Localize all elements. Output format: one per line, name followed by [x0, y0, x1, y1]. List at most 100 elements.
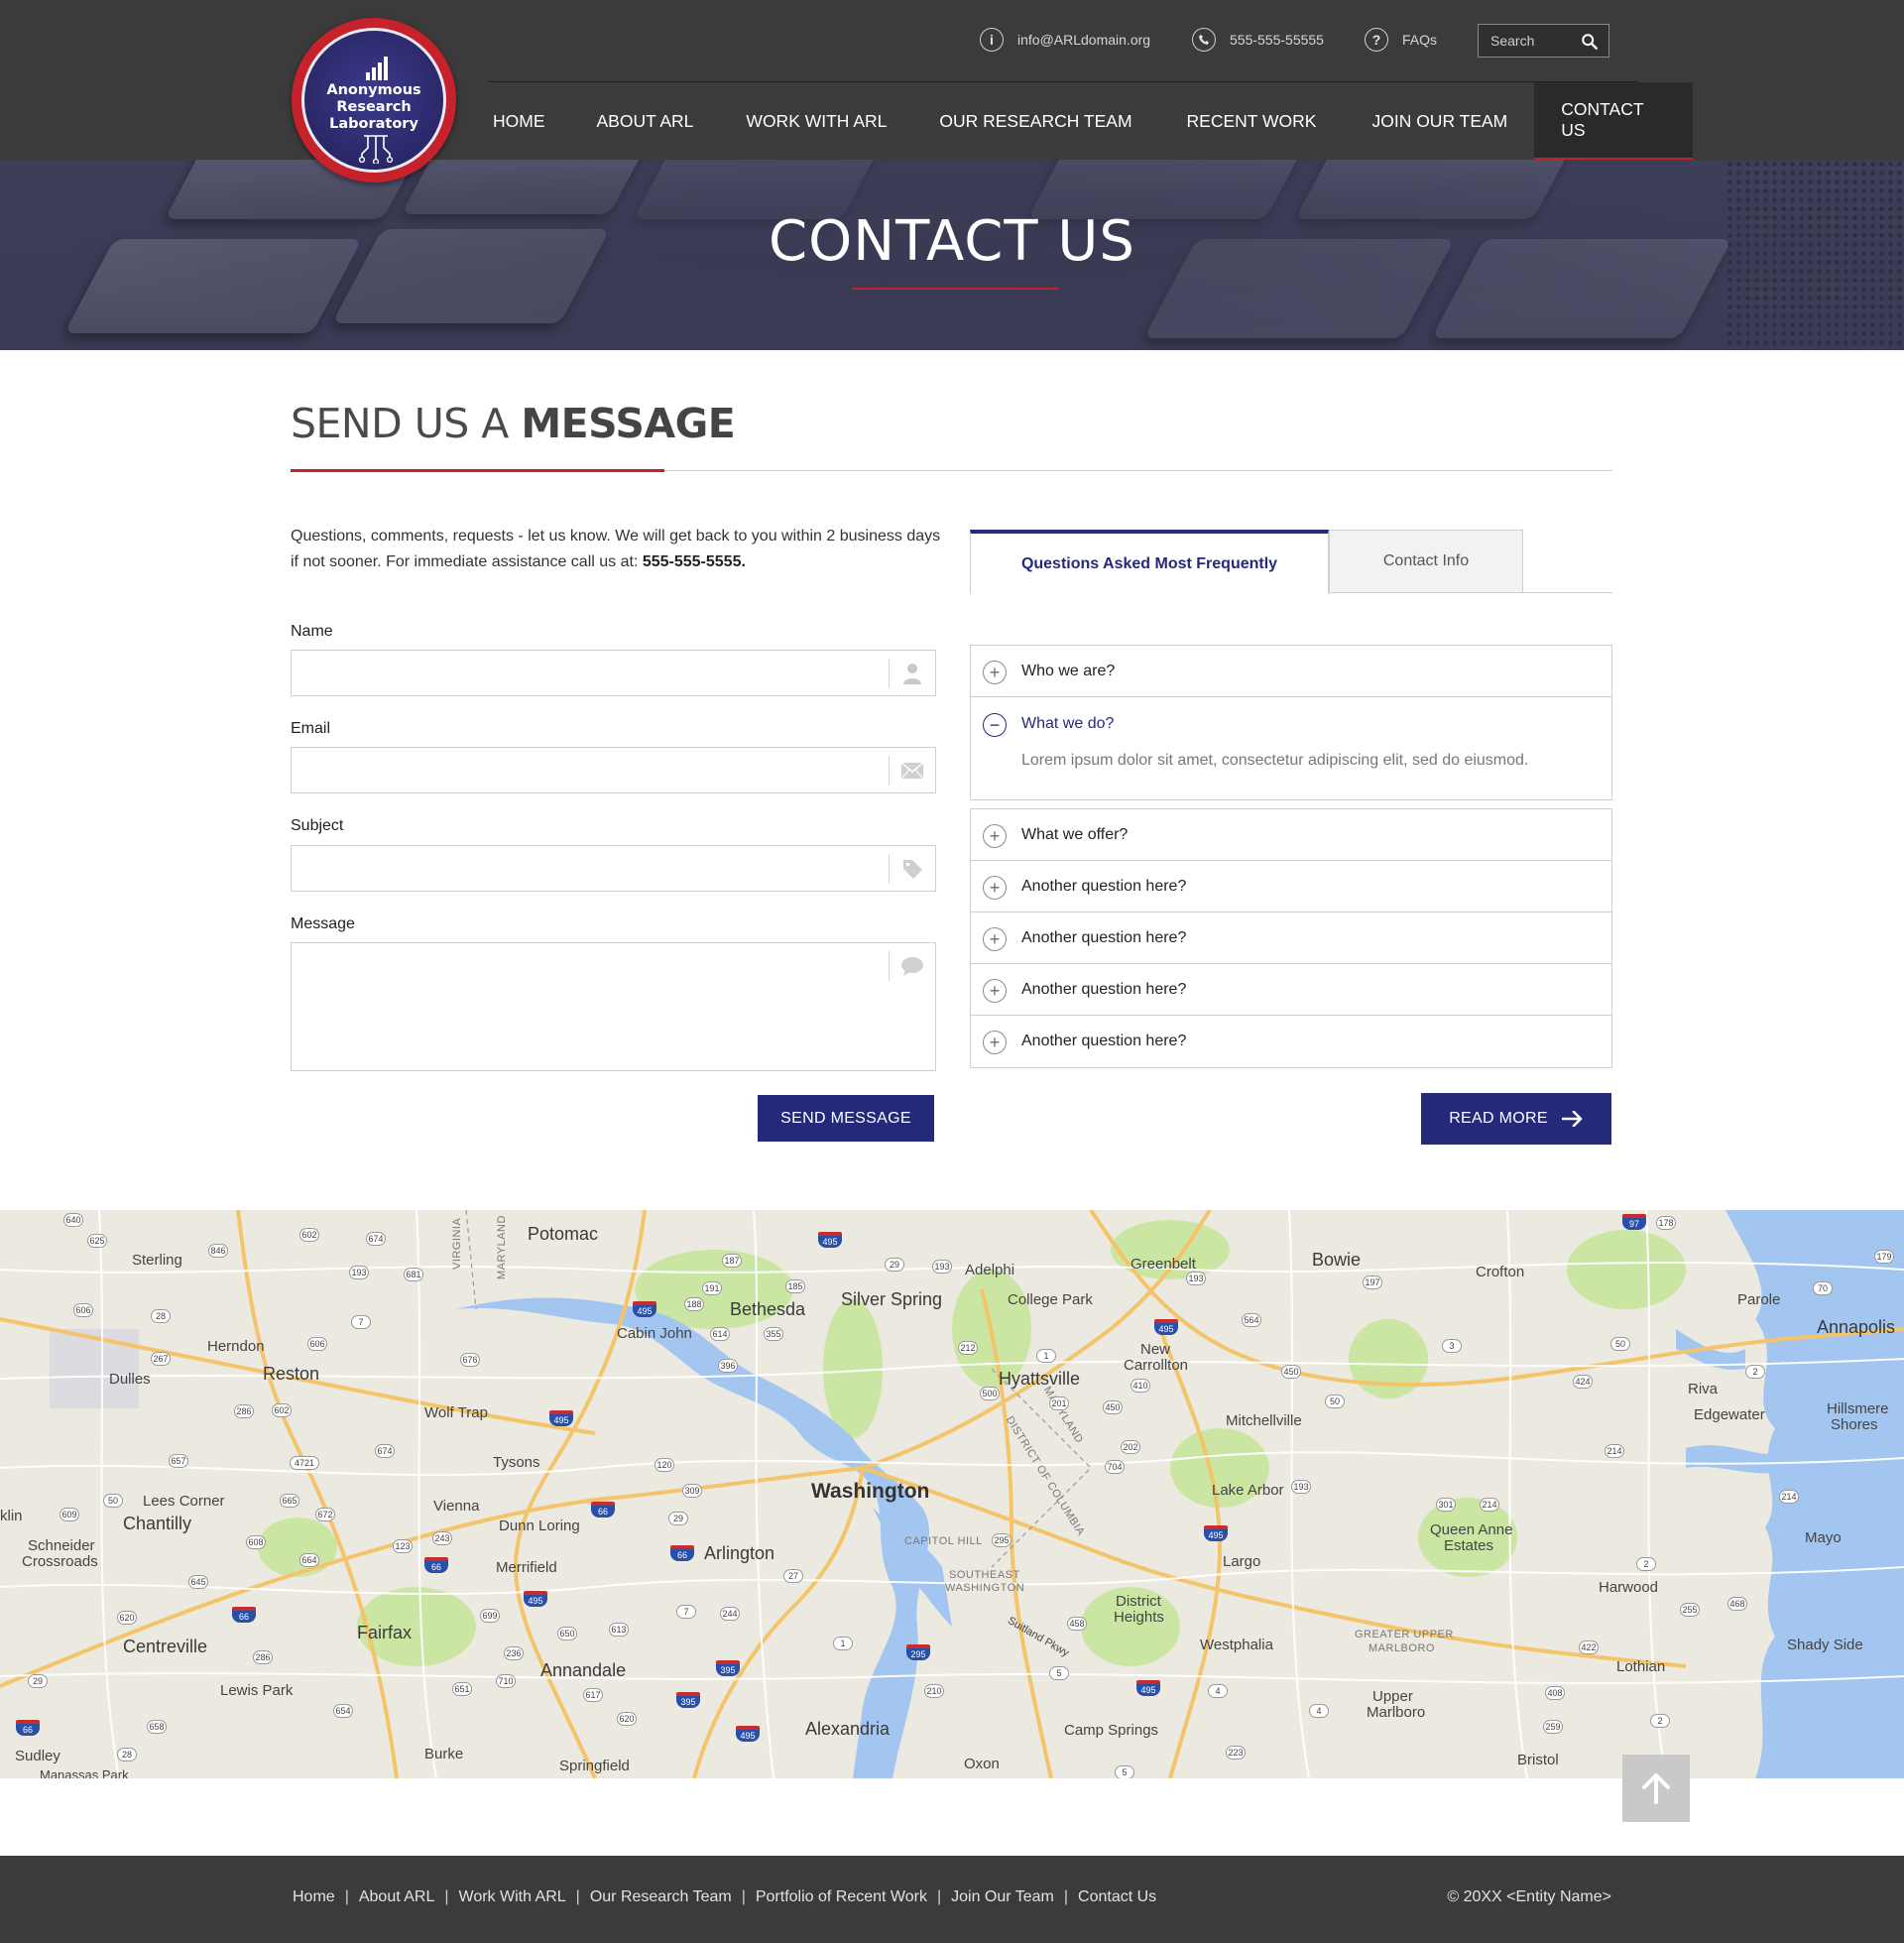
interstate-shield: 495 — [633, 1301, 656, 1317]
interstate-shield: 66 — [670, 1545, 694, 1561]
map-label: Manassas Park — [40, 1767, 129, 1778]
route-shield: 410 — [1130, 1379, 1150, 1393]
footer-separator: | — [575, 1888, 580, 1905]
logo-line-1: Anonymous — [326, 82, 421, 98]
map-label: Parole — [1737, 1291, 1781, 1308]
faq-item[interactable]: + Another question here? — [970, 860, 1612, 912]
send-message-button[interactable]: SEND MESSAGE — [758, 1095, 934, 1142]
logo-line-2: Research — [336, 99, 412, 115]
route-shield: 2 — [1650, 1714, 1670, 1728]
interstate-shield: 495 — [736, 1726, 760, 1742]
route-shield: 7 — [351, 1315, 371, 1329]
message-field[interactable] — [292, 943, 887, 1070]
route-shield: 606 — [307, 1337, 327, 1351]
route-shield: 704 — [1105, 1460, 1125, 1474]
map-label: SOUTHEAST — [949, 1569, 1020, 1581]
plus-icon: + — [983, 824, 1007, 848]
faq-question[interactable]: Another question here? — [1021, 878, 1186, 896]
topbar-faqs[interactable]: ? FAQs — [1365, 28, 1437, 52]
nav-item-about[interactable]: ABOUT ARL — [597, 82, 694, 160]
topbar-phone[interactable]: 555-555-55555 — [1192, 28, 1324, 52]
title-underline — [852, 288, 1058, 290]
footer-link-contact[interactable]: Contact Us — [1078, 1888, 1156, 1906]
interstate-shield: 66 — [424, 1557, 448, 1573]
map-label: Washington — [811, 1480, 930, 1503]
interstate-shield: 495 — [1154, 1319, 1178, 1335]
search-input[interactable] — [1479, 25, 1578, 57]
faq-item[interactable]: + Another question here? — [970, 911, 1612, 964]
route-shield: 710 — [496, 1674, 516, 1688]
route-shield: 658 — [147, 1720, 167, 1734]
faq-item[interactable]: + What we offer? — [970, 808, 1612, 861]
tab-faq[interactable]: Questions Asked Most Frequently — [970, 530, 1329, 594]
route-shield: 681 — [404, 1268, 423, 1281]
faq-item-open[interactable]: − What we do? Lorem ipsum dolor sit amet… — [970, 696, 1612, 800]
map-label: Lothian — [1616, 1658, 1666, 1675]
route-shield: 5 — [1049, 1666, 1069, 1680]
route-shield: 450 — [1281, 1365, 1301, 1379]
faq-question[interactable]: Another question here? — [1021, 981, 1186, 999]
faq-item[interactable]: + Another question here? — [970, 963, 1612, 1016]
faq-question[interactable]: Another question here? — [1021, 929, 1186, 947]
faq-item[interactable]: + Another question here? — [970, 1015, 1612, 1068]
map-label: Burke — [424, 1746, 464, 1762]
map-label: Centreville — [123, 1637, 208, 1656]
section-title: SEND US A MESSAGE — [291, 400, 736, 447]
topbar-phone-text[interactable]: 555-555-55555 — [1230, 32, 1324, 48]
route-shield: 674 — [366, 1232, 386, 1246]
read-more-button[interactable]: READ MORE — [1421, 1093, 1611, 1145]
search-icon[interactable] — [1581, 33, 1599, 51]
route-shield: 3 — [1442, 1339, 1462, 1353]
footer-separator: | — [936, 1888, 942, 1905]
map-label: Alexandria — [805, 1719, 891, 1739]
route-shield: 309 — [682, 1484, 702, 1498]
plus-icon: + — [983, 661, 1007, 684]
route-shield: 70 — [1813, 1281, 1833, 1295]
route-shield: 202 — [1121, 1440, 1140, 1454]
route-shield: 4 — [1208, 1684, 1228, 1698]
subject-field[interactable] — [292, 846, 887, 891]
tab-contact-info[interactable]: Contact Info — [1329, 530, 1523, 593]
route-shield: 28 — [151, 1309, 171, 1323]
name-field[interactable] — [292, 651, 887, 695]
back-to-top-button[interactable] — [1622, 1755, 1690, 1822]
route-shield: 223 — [1226, 1746, 1246, 1760]
nav-item-contact[interactable]: CONTACT US — [1534, 82, 1694, 160]
location-map[interactable]: Potomac Sterling Herndon Reston Dulles W… — [0, 1210, 1904, 1778]
logo-badge: Anonymous Research Laboratory — [301, 28, 446, 173]
footer-link-join-team[interactable]: Join Our Team — [951, 1888, 1054, 1906]
route-shield: 458 — [1067, 1617, 1087, 1631]
faq-item[interactable]: + Who we are? — [970, 645, 1612, 697]
plus-icon: + — [983, 1031, 1007, 1054]
footer-separator: | — [1063, 1888, 1069, 1905]
email-field[interactable] — [292, 748, 887, 792]
route-shield: 396 — [718, 1359, 738, 1373]
site-logo[interactable]: Anonymous Research Laboratory — [292, 18, 456, 182]
topbar-email-text[interactable]: info@ARLdomain.org — [1017, 32, 1150, 48]
faq-question[interactable]: What we offer? — [1021, 826, 1128, 844]
footer-link-about[interactable]: About ARL — [359, 1888, 435, 1906]
faq-question[interactable]: Who we are? — [1021, 663, 1115, 680]
footer-link-work-with[interactable]: Work With ARL — [459, 1888, 566, 1906]
nav-item-work-with[interactable]: WORK WITH ARL — [746, 82, 887, 160]
nav-item-home[interactable]: HOME — [489, 82, 549, 160]
map-label: Annapolis — [1817, 1317, 1896, 1337]
route-shield: 28 — [117, 1748, 137, 1761]
topbar-email[interactable]: i info@ARLdomain.org — [980, 28, 1150, 52]
faq-question[interactable]: What we do? — [1021, 715, 1114, 733]
footer-link-home[interactable]: Home — [293, 1888, 335, 1906]
route-shield: 564 — [1242, 1313, 1261, 1327]
main-nav: HOME ABOUT ARL WORK WITH ARL OUR RESEARC… — [489, 82, 1694, 160]
footer-link-research-team[interactable]: Our Research Team — [590, 1888, 732, 1906]
arrow-right-icon — [1561, 1111, 1583, 1127]
faq-question[interactable]: Another question here? — [1021, 1032, 1186, 1050]
route-shield: 193 — [932, 1260, 952, 1274]
map-label: Bristol — [1517, 1752, 1559, 1768]
topbar-faqs-text[interactable]: FAQs — [1402, 32, 1437, 48]
route-shield: 1 — [1036, 1349, 1056, 1363]
nav-item-recent-work[interactable]: RECENT WORK — [1187, 82, 1317, 160]
faq-answer: Lorem ipsum dolor sit amet, consectetur … — [1021, 752, 1529, 769]
nav-item-research-team[interactable]: OUR RESEARCH TEAM — [939, 82, 1131, 160]
nav-item-join-team[interactable]: JOIN OUR TEAM — [1371, 82, 1507, 160]
footer-link-portfolio[interactable]: Portfolio of Recent Work — [756, 1888, 927, 1906]
